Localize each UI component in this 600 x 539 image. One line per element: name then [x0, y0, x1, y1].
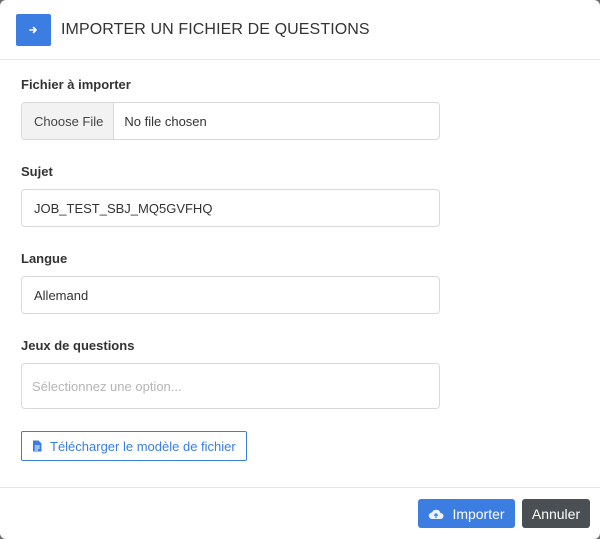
question-sets-select[interactable]: Sélectionnez une option...: [21, 363, 440, 409]
language-select[interactable]: Allemand: [21, 276, 440, 314]
import-questions-dialog: IMPORTER UN FICHIER DE QUESTIONS Fichier…: [0, 0, 600, 539]
subject-value: JOB_TEST_SBJ_MQ5GVFHQ: [34, 200, 213, 216]
file-import-icon: [16, 13, 51, 46]
language-value: Allemand: [34, 287, 89, 303]
question-sets-label: Jeux de questions: [21, 338, 135, 353]
cancel-button[interactable]: Annuler: [522, 499, 590, 528]
download-template-label: Télécharger le modèle de fichier: [50, 438, 236, 454]
file-field: Fichier à importer Choose File No file c…: [21, 76, 579, 140]
dialog-footer: Importer Annuler: [0, 487, 600, 539]
dialog-header: IMPORTER UN FICHIER DE QUESTIONS: [0, 0, 600, 60]
language-field: Langue Allemand: [21, 250, 579, 314]
language-label: Langue: [21, 251, 68, 266]
file-status: No file chosen: [124, 113, 207, 129]
cloud-upload-icon: [428, 508, 444, 520]
file-label: Fichier à importer: [21, 77, 131, 92]
import-label: Importer: [452, 505, 505, 522]
subject-label: Sujet: [21, 164, 53, 179]
choose-file-button[interactable]: Choose File: [22, 103, 115, 139]
dialog-body: Fichier à importer Choose File No file c…: [0, 60, 600, 461]
file-input[interactable]: Choose File No file chosen: [21, 102, 440, 140]
dialog-title: IMPORTER UN FICHIER DE QUESTIONS: [61, 20, 370, 38]
question-sets-field: Jeux de questions Sélectionnez une optio…: [21, 337, 579, 409]
subject-field: Sujet JOB_TEST_SBJ_MQ5GVFHQ: [21, 163, 579, 227]
question-sets-placeholder: Sélectionnez une option...: [32, 378, 182, 394]
download-template-button[interactable]: Télécharger le modèle de fichier: [21, 431, 247, 461]
subject-input[interactable]: JOB_TEST_SBJ_MQ5GVFHQ: [21, 189, 440, 227]
document-icon: [32, 440, 42, 452]
import-button[interactable]: Importer: [418, 499, 515, 528]
